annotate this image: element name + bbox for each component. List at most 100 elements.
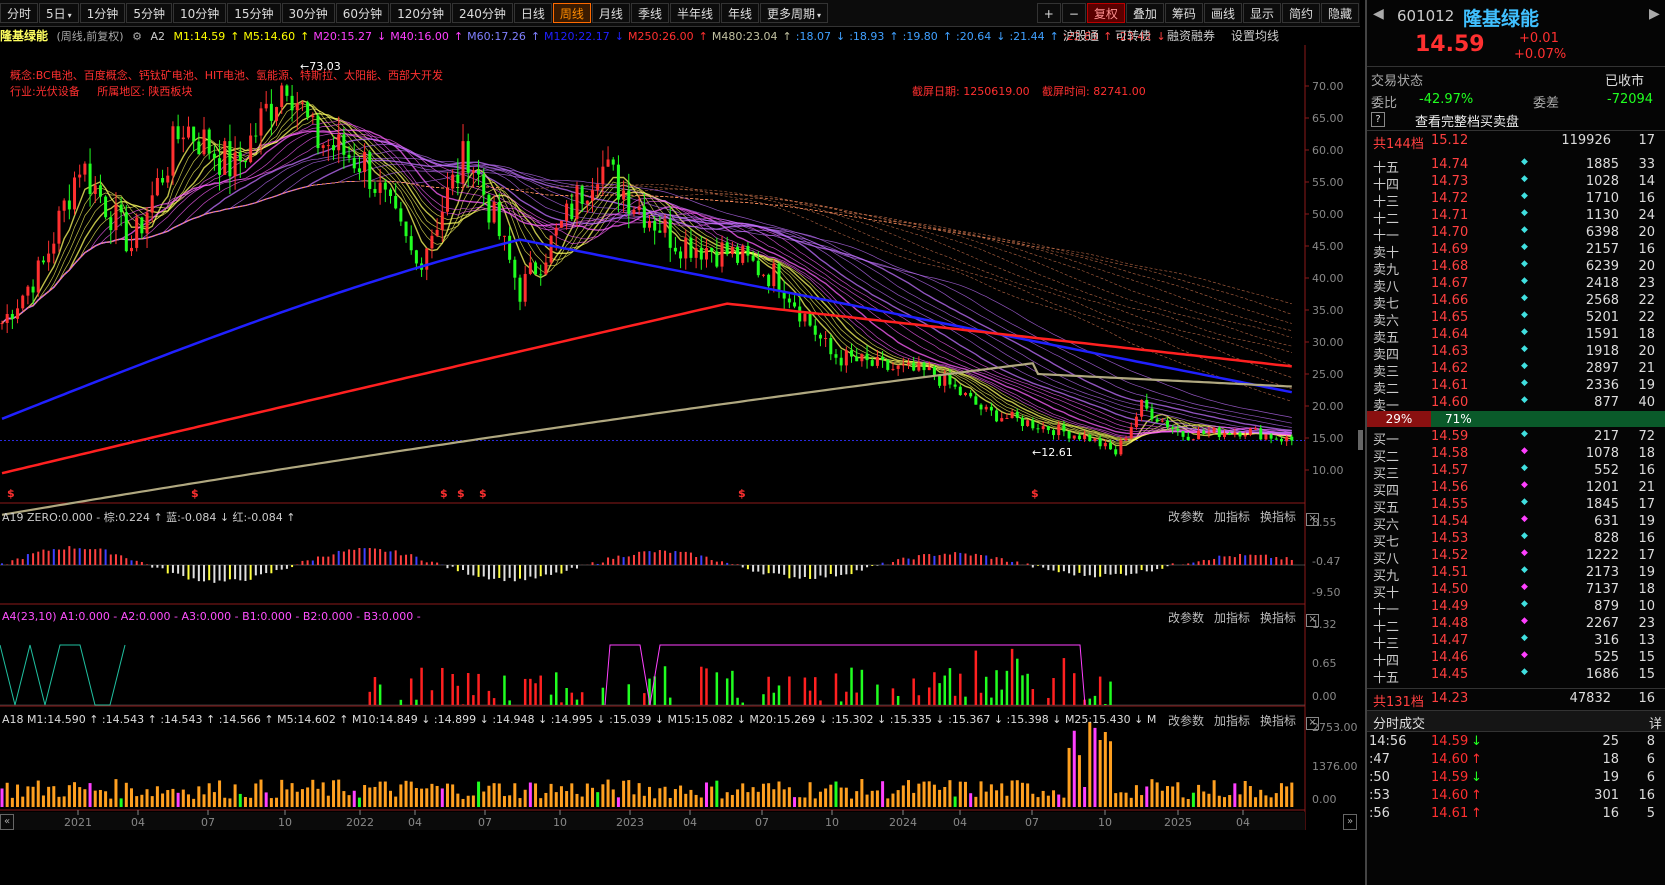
info-link[interactable]: 设置均线 — [1231, 29, 1279, 43]
buy-order-row[interactable]: 买六 14.54 631 19 ◆ — [1367, 514, 1665, 533]
scroll-right-icon[interactable]: » — [1343, 814, 1357, 830]
sell-order-row[interactable]: 十二 14.71 1130 24 ◆ — [1367, 208, 1665, 227]
buy-order-row[interactable]: 买七 14.53 828 16 ◆ — [1367, 531, 1665, 550]
pane2-switch-indicator-button[interactable]: 换指标 — [1260, 611, 1296, 625]
candle-body — [352, 157, 356, 169]
period-tab[interactable]: 120分钟 — [390, 3, 451, 23]
scroll-left-icon[interactable]: « — [0, 814, 14, 830]
period-tab[interactable]: 季线 — [630, 3, 669, 23]
sell-order-row[interactable]: 卖五 14.64 1591 18 ◆ — [1367, 327, 1665, 346]
sell-order-row[interactable]: 卖二 14.61 2336 19 ◆ — [1367, 378, 1665, 397]
stock-name[interactable]: 隆基绿能 — [0, 29, 48, 43]
buy-order-row[interactable]: 买一 14.59 217 72 ◆ — [1367, 429, 1665, 448]
toolbar-button[interactable]: 简约 — [1281, 3, 1320, 23]
toolbar-button[interactable]: − — [1061, 3, 1086, 23]
tick-direction: ↑ — [1471, 806, 1482, 821]
sell-order-row[interactable]: 卖九 14.68 6239 20 ◆ — [1367, 259, 1665, 278]
pane3-close-icon[interactable]: × — [1306, 717, 1320, 730]
buy-order-row[interactable]: 买八 14.52 1222 17 ◆ — [1367, 548, 1665, 567]
sell-order-row[interactable]: 卖三 14.62 2897 21 ◆ — [1367, 361, 1665, 380]
ticks-detail-button[interactable]: 详 — [1649, 713, 1662, 732]
candle-body — [243, 160, 247, 163]
toolbar-button[interactable]: 画线 — [1203, 3, 1242, 23]
ma-legend-item: M1:14.59 — [173, 30, 226, 43]
pane1-close-icon[interactable]: × — [1306, 513, 1320, 526]
sell-order-row[interactable]: 卖八 14.67 2418 23 ◆ — [1367, 276, 1665, 295]
buy-order-row[interactable]: 十一 14.49 879 10 ◆ — [1367, 599, 1665, 618]
info-link[interactable]: 融资融券 — [1167, 29, 1215, 43]
period-tab[interactable]: 30分钟 — [281, 3, 335, 23]
pane2-add-indicator-button[interactable]: 加指标 — [1214, 611, 1250, 625]
period-tab[interactable]: 5分钟 — [126, 3, 172, 23]
period-tab[interactable]: 周线 — [552, 3, 591, 23]
period-tab[interactable]: 5日 ▾ — [39, 3, 79, 23]
candle-body — [36, 260, 40, 293]
toolbar-button[interactable]: 隐藏 — [1320, 3, 1359, 23]
period-tab[interactable]: 1分钟 — [79, 3, 126, 23]
order-price: 14.52 — [1431, 548, 1469, 563]
order-volume: 2267 — [1585, 616, 1619, 631]
sell-order-row[interactable]: 卖六 14.65 5201 22 ◆ — [1367, 310, 1665, 329]
buy-order-row[interactable]: 十二 14.48 2267 23 ◆ — [1367, 616, 1665, 635]
toolbar-button[interactable]: + — [1036, 3, 1061, 23]
prev-stock-icon[interactable]: ◀ — [1373, 6, 1384, 22]
buy-order-row[interactable]: 买十 14.50 7137 18 ◆ — [1367, 582, 1665, 601]
order-count: 13 — [1638, 633, 1655, 648]
period-tab[interactable]: 月线 — [591, 3, 630, 23]
pane2-close-icon[interactable]: × — [1306, 614, 1320, 627]
help-icon[interactable]: ? — [1371, 112, 1385, 127]
toolbar-button[interactable]: 筹码 — [1164, 3, 1203, 23]
panel-toggle-handle[interactable] — [1358, 430, 1363, 450]
buy-order-row[interactable]: 买五 14.55 1845 17 ◆ — [1367, 497, 1665, 516]
period-tab[interactable]: 日线 — [513, 3, 552, 23]
ma-ribbon-line — [1, 169, 1292, 424]
sell-order-row[interactable]: 十四 14.73 1028 14 ◆ — [1367, 174, 1665, 193]
sell-order-row[interactable]: 十三 14.72 1710 16 ◆ — [1367, 191, 1665, 210]
pane3-add-indicator-button[interactable]: 加指标 — [1214, 714, 1250, 728]
buy-order-row[interactable]: 买四 14.56 1201 21 ◆ — [1367, 480, 1665, 499]
period-tab[interactable]: 10分钟 — [172, 3, 227, 23]
period-tab[interactable]: 半年线 — [669, 3, 720, 23]
ma-ribbon-line — [1, 130, 1292, 434]
pane3-edit-params-button[interactable]: 改参数 — [1168, 714, 1204, 728]
buy-order-row[interactable]: 十五 14.45 1686 15 ◆ — [1367, 667, 1665, 686]
pane1-switch-indicator-button[interactable]: 换指标 — [1260, 510, 1296, 524]
period-tab[interactable]: 240分钟 — [451, 3, 513, 23]
period-tab[interactable]: 60分钟 — [335, 3, 390, 23]
pane1-add-indicator-button[interactable]: 加指标 — [1214, 510, 1250, 524]
sell-order-row[interactable]: 十一 14.70 6398 20 ◆ — [1367, 225, 1665, 244]
buy-order-row[interactable]: 十四 14.46 525 15 ◆ — [1367, 650, 1665, 669]
buy-order-row[interactable]: 十三 14.47 316 13 ◆ — [1367, 633, 1665, 652]
sell-order-row[interactable]: 十五 14.74 1885 33 ◆ — [1367, 157, 1665, 176]
pane2-edit-params-button[interactable]: 改参数 — [1168, 611, 1204, 625]
sell-order-row[interactable]: 卖四 14.63 1918 20 ◆ — [1367, 344, 1665, 363]
buy-order-row[interactable]: 买九 14.51 2173 19 ◆ — [1367, 565, 1665, 584]
pane3-title-text: A18 M1:14.590 ↑ :14.543 ↑ :14.543 ↑ :14.… — [2, 713, 1157, 726]
signal-marker: $ — [738, 487, 746, 500]
diamond-icon: ◆ — [1521, 361, 1528, 371]
full-orderbook-button[interactable]: 查看完整档买卖盘 — [1415, 111, 1519, 130]
info-link[interactable]: 沪股通 — [1063, 29, 1099, 43]
pane1-edit-params-button[interactable]: 改参数 — [1168, 510, 1204, 524]
settings-gear-icon[interactable]: ⚙ — [132, 30, 142, 43]
sell-order-row[interactable]: 卖一 14.60 877 40 ◆ — [1367, 395, 1665, 414]
period-tab[interactable]: 年线 — [720, 3, 759, 23]
ticks-header: 分时成交 详 — [1367, 710, 1665, 732]
period-tab[interactable]: 分时 — [0, 3, 39, 23]
info-link[interactable]: 可转债 — [1115, 29, 1151, 43]
candle-body — [1062, 424, 1066, 432]
order-price: 14.68 — [1431, 259, 1469, 274]
toolbar-button[interactable]: 叠加 — [1125, 3, 1164, 23]
next-stock-icon[interactable]: ▶ — [1649, 6, 1660, 22]
toolbar-button[interactable]: 复权 — [1086, 3, 1125, 23]
time-tick-label: 04 — [683, 816, 697, 829]
toolbar-button[interactable]: 显示 — [1242, 3, 1281, 23]
sell-order-row[interactable]: 卖十 14.69 2157 16 ◆ — [1367, 242, 1665, 261]
period-tab[interactable]: 15分钟 — [227, 3, 281, 23]
sell-order-row[interactable]: 卖七 14.66 2568 22 ◆ — [1367, 293, 1665, 312]
buy-order-row[interactable]: 买三 14.57 552 16 ◆ — [1367, 463, 1665, 482]
order-price: 14.71 — [1431, 208, 1469, 223]
pane3-switch-indicator-button[interactable]: 换指标 — [1260, 714, 1296, 728]
period-tab[interactable]: 更多周期 ▾ — [759, 3, 829, 23]
buy-order-row[interactable]: 买二 14.58 1078 18 ◆ — [1367, 446, 1665, 465]
